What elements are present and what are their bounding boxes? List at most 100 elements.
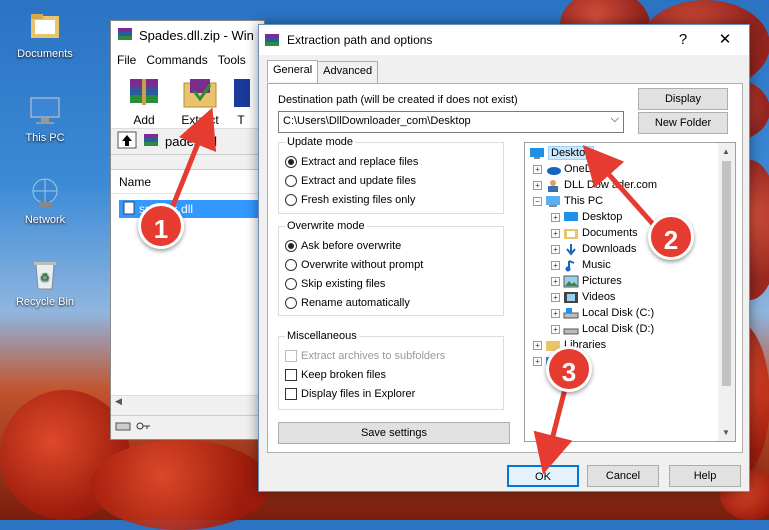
radio-icon [285,277,297,290]
tab-advanced[interactable]: Advanced [317,61,379,83]
radio-label: Overwrite without prompt [301,258,424,271]
expand-icon[interactable]: + [551,244,560,254]
folder-tree[interactable]: Desktop + OneDri + DLL Dow ader.com − Th… [524,142,736,442]
scroll-left-icon: ◀ [115,396,122,406]
checkbox-label: Keep broken files [301,368,386,381]
menu-tools[interactable]: Tools [218,53,246,67]
cloud-icon [545,163,561,176]
user-icon [545,179,561,192]
desktop-icon-network[interactable]: Network [10,176,80,226]
up-folder-icon[interactable] [117,131,137,152]
expand-icon[interactable]: + [551,324,560,334]
scroll-thumb[interactable] [722,161,731,386]
computer-icon [27,94,63,128]
extract-to-button[interactable]: Extract To [175,75,225,141]
tree-item-pc-desktop[interactable]: + Desktop [551,209,622,225]
tree-label: DLL Dow [564,179,609,191]
tree-label: Local Disk (D:) [582,323,655,335]
destination-path-label: Destination path (will be created if doe… [278,94,518,106]
winrar-file-list: Name spades.dll ◀ [111,169,264,409]
help-title-button[interactable]: ? [669,29,697,51]
new-folder-button[interactable]: New Folder [638,112,728,134]
scroll-down-icon[interactable]: ▼ [722,428,730,437]
radio-rename-automatically[interactable]: Rename automatically [285,293,497,312]
radio-icon [285,193,297,206]
tab-general[interactable]: General [267,60,319,82]
radio-extract-replace[interactable]: Extract and replace files [285,152,497,171]
expand-icon[interactable]: + [551,228,560,238]
drive-icon [115,420,131,435]
tree-item-onedrive[interactable]: + OneDri [533,161,599,177]
radio-label: Skip existing files [301,277,386,290]
annotation-badge-3: 3 [546,346,592,392]
radio-overwrite-without-prompt[interactable]: Overwrite without prompt [285,255,497,274]
radio-icon [285,174,297,187]
ok-button[interactable]: OK [507,465,579,487]
radio-label: Fresh existing files only [301,193,416,206]
radio-extract-update[interactable]: Extract and update files [285,171,497,190]
help-button[interactable]: Help [669,465,741,487]
expand-icon[interactable]: + [533,164,542,174]
expand-icon[interactable]: + [533,356,542,366]
desktop-icon-label: Network [24,214,66,226]
destination-path-value: C:\Users\DllDownloader_com\Desktop [283,115,471,127]
tree-label: Videos [582,291,616,303]
radio-icon [285,296,297,309]
horizontal-scrollbar[interactable]: ◀ [111,395,264,409]
tree-label: Pictures [582,275,622,287]
expand-icon[interactable]: + [533,340,542,350]
radio-ask-before[interactable]: Ask before overwrite [285,236,497,255]
key-icon [135,420,151,435]
menu-commands[interactable]: Commands [146,53,207,67]
desktop-folder-icon [563,211,579,224]
tree-item-dll-downloader[interactable]: + DLL Dow ader.com [533,177,657,193]
tree-item-documents[interactable]: + Documents [551,225,638,241]
add-button[interactable]: Add [119,75,169,127]
expand-icon[interactable]: + [551,212,560,222]
save-settings-button[interactable]: Save settings [278,422,510,444]
update-mode-group: Update mode Extract and replace files Ex… [278,136,504,214]
destination-path-input[interactable]: C:\Users\DllDownloader_com\Desktop ⌵ [278,111,624,133]
display-button[interactable]: Display [638,88,728,110]
close-button[interactable]: ✕ [711,29,739,51]
tree-item-pictures[interactable]: + Pictures [551,273,622,289]
tree-item-local-disk-c[interactable]: + Local Disk (C:) [551,305,654,321]
expand-icon[interactable]: + [551,260,560,270]
tree-item-videos[interactable]: + Videos [551,289,615,305]
tree-item-desktop[interactable]: Desktop [529,145,595,161]
test-label: T [237,113,245,124]
dialog-title-bar: Extraction path and options ? ✕ [259,25,749,55]
tree-vertical-scrollbar[interactable]: ▲ ▼ [718,143,735,441]
tree-item-local-disk-d[interactable]: + Local Disk (D:) [551,321,654,337]
radio-skip-existing[interactable]: Skip existing files [285,274,497,293]
cancel-button[interactable]: Cancel [587,465,659,487]
radio-fresh-existing[interactable]: Fresh existing files only [285,190,497,209]
test-button[interactable]: T [231,75,251,124]
expand-icon[interactable]: + [551,276,560,286]
tree-item-music[interactable]: + Music [551,257,611,273]
expand-icon[interactable]: + [533,180,542,190]
music-note-icon [563,259,579,272]
tree-item-this-pc[interactable]: − This PC [533,193,603,209]
desktop-icon-recycle-bin[interactable]: ♻ Recycle Bin [10,258,80,308]
column-header-name[interactable]: Name [111,170,264,194]
desktop-icon-label: This PC [25,132,65,144]
annotation-badge-2: 2 [648,214,694,260]
desktop-icon-documents[interactable]: Documents [10,10,80,60]
checkbox-icon [285,349,297,362]
overwrite-mode-legend: Overwrite mode [287,220,365,232]
hard-drive-icon [563,307,579,320]
checkbox-display-explorer[interactable]: Display files in Explorer [285,384,497,403]
collapse-icon[interactable]: − [533,196,542,206]
expand-icon[interactable]: + [551,308,560,318]
menu-file[interactable]: File [117,53,136,67]
checkbox-keep-broken[interactable]: Keep broken files [285,365,497,384]
archive-path: pades.dll [165,134,218,149]
tree-item-downloads[interactable]: + Downloads [551,241,636,257]
desktop-icon-this-pc[interactable]: This PC [10,94,80,144]
scroll-up-icon[interactable]: ▲ [722,147,730,156]
chevron-down-icon[interactable]: ⌵ [611,113,619,126]
radio-selected-icon [285,155,297,168]
expand-icon[interactable]: + [551,292,560,302]
desktop-folder-icon [529,147,545,160]
